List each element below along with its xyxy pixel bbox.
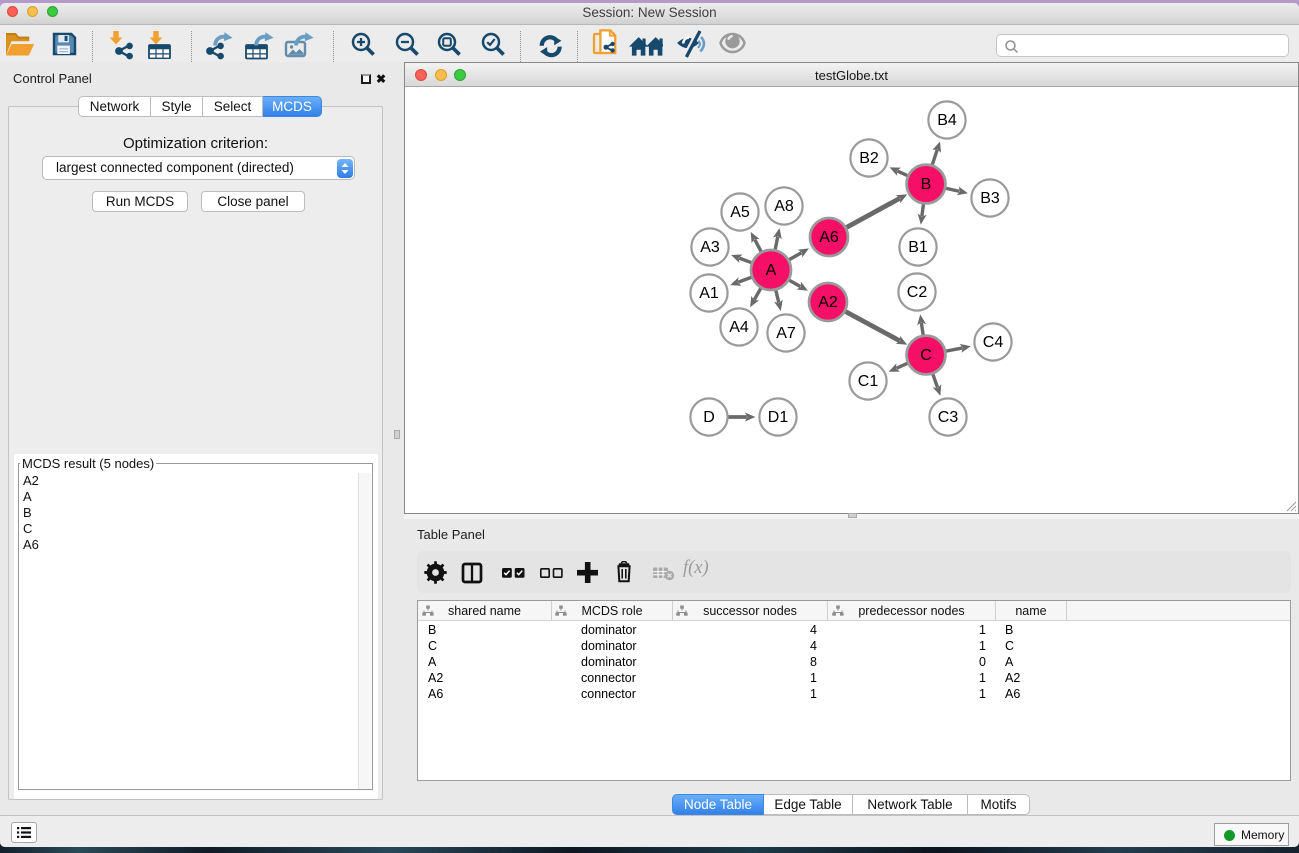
svg-text:B: B [921,176,932,193]
svg-text:C4: C4 [983,334,1004,351]
svg-text:A4: A4 [729,319,749,336]
svg-text:A: A [766,262,777,279]
svg-text:C: C [920,347,932,364]
svg-text:A3: A3 [700,239,720,256]
svg-text:C1: C1 [858,373,879,390]
svg-text:A8: A8 [774,198,794,215]
svg-text:C2: C2 [907,284,928,301]
svg-text:A7: A7 [776,325,796,342]
svg-text:A5: A5 [730,204,750,221]
svg-text:D: D [703,409,715,426]
svg-text:A2: A2 [818,294,838,311]
svg-text:D1: D1 [768,409,789,426]
svg-text:B2: B2 [859,150,879,167]
svg-text:B4: B4 [937,112,957,129]
svg-text:B1: B1 [908,239,928,256]
svg-text:A1: A1 [699,285,719,302]
svg-text:B3: B3 [980,190,1000,207]
svg-text:A6: A6 [819,229,839,246]
svg-text:C3: C3 [938,409,959,426]
